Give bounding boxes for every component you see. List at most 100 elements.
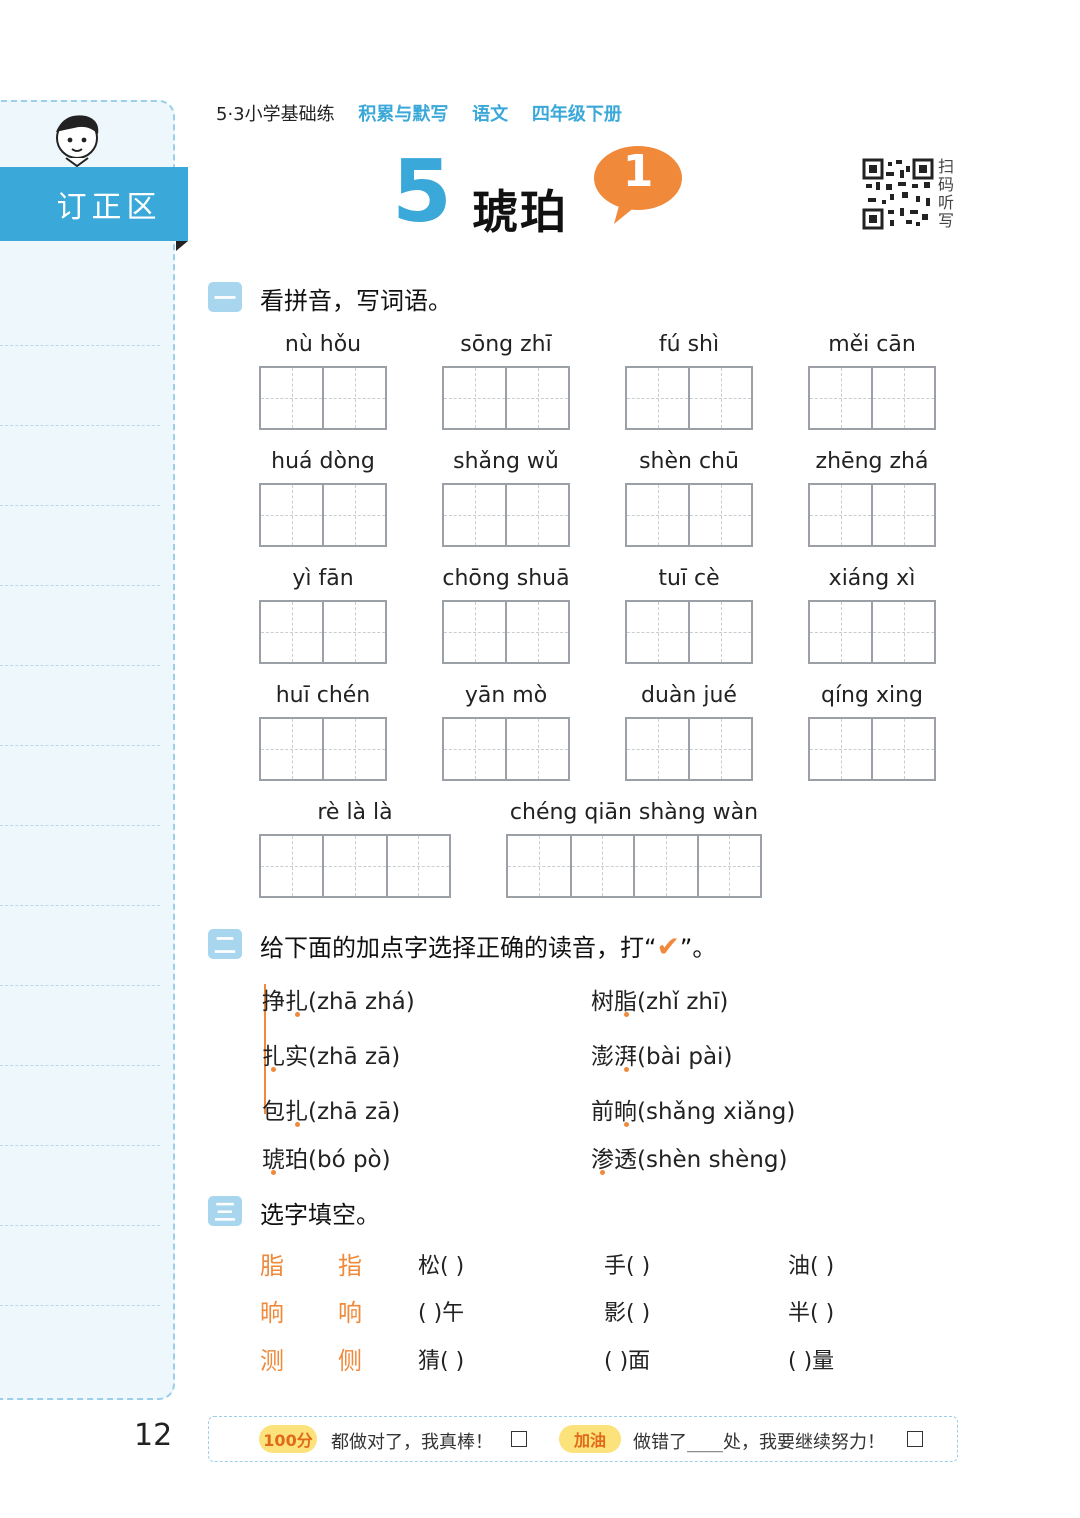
fill-blank[interactable]: 手( ) [604, 1248, 650, 1280]
writing-cell[interactable] [387, 836, 450, 896]
writing-cell[interactable] [444, 719, 507, 779]
writing-grid[interactable] [442, 483, 570, 547]
writing-cell[interactable] [507, 602, 568, 662]
fill-blank[interactable]: 半( ) [788, 1295, 834, 1327]
fill-blank[interactable]: 松( ) [418, 1248, 464, 1280]
writing-grid[interactable] [259, 600, 387, 664]
writing-grid[interactable] [442, 717, 570, 781]
item-options[interactable]: (shèn shèng) [637, 1147, 787, 1173]
lesson-title: 琥珀 [472, 185, 568, 239]
writing-grid[interactable] [625, 366, 753, 430]
writing-cell[interactable] [690, 602, 751, 662]
writing-grid[interactable] [259, 366, 387, 430]
writing-grid[interactable] [442, 600, 570, 664]
writing-cell[interactable] [507, 719, 568, 779]
pinyin-label: xiáng xì [828, 566, 916, 591]
writing-cell[interactable] [698, 836, 761, 896]
item-options[interactable]: (bó pò) [308, 1147, 391, 1173]
writing-cell[interactable] [508, 836, 572, 896]
writing-cell[interactable] [324, 485, 385, 545]
writing-cell[interactable] [507, 368, 568, 428]
writing-cell[interactable] [261, 485, 324, 545]
writing-cell[interactable] [627, 602, 690, 662]
section-2-icon: 二 [208, 929, 242, 959]
writing-cell[interactable] [873, 485, 934, 545]
fill-blank[interactable]: ( )量 [788, 1343, 834, 1375]
correction-tab: 订正区 [0, 167, 188, 241]
item-options[interactable]: (shǎng xiǎng) [637, 1099, 795, 1125]
all-correct-checkbox[interactable] [511, 1431, 527, 1447]
pinyin-label: nù hǒu [284, 332, 362, 357]
writing-cell[interactable] [261, 368, 324, 428]
writing-cell[interactable] [873, 719, 934, 779]
pinyin-label: duàn jué [641, 683, 737, 708]
pinyin-label: rè là là [317, 800, 393, 825]
writing-cell[interactable] [810, 602, 873, 662]
writing-cell[interactable] [444, 485, 507, 545]
writing-cell[interactable] [873, 368, 934, 428]
choice-character: 脂 [260, 1252, 284, 1280]
writing-cell[interactable] [690, 485, 751, 545]
writing-cell[interactable] [810, 485, 873, 545]
writing-cell[interactable] [690, 368, 751, 428]
qr-code-icon[interactable] [862, 158, 934, 230]
writing-cell[interactable] [810, 719, 873, 779]
item-options[interactable]: (zhā zā) [308, 1099, 400, 1125]
book-header: 5·3小学基础练 积累与默写 语文 四年级下册 [216, 100, 640, 126]
pinyin-label: chéng qiān shàng wàn [509, 800, 759, 825]
writing-cell[interactable] [324, 368, 385, 428]
correction-line [0, 425, 160, 426]
writing-cell[interactable] [627, 368, 690, 428]
session-badge: 1 [590, 142, 686, 226]
item-word: 包扎 [262, 1099, 308, 1125]
writing-cell[interactable] [444, 602, 507, 662]
writing-grid[interactable] [625, 600, 753, 664]
mascot-icon [56, 115, 99, 168]
writing-grid[interactable] [808, 483, 936, 547]
writing-grid[interactable] [625, 717, 753, 781]
fill-blank[interactable]: ( )午 [418, 1295, 464, 1327]
writing-grid[interactable] [259, 834, 451, 898]
writing-cell[interactable] [324, 836, 388, 896]
correction-line [0, 1225, 160, 1226]
writing-grid[interactable] [808, 600, 936, 664]
writing-cell[interactable] [635, 836, 699, 896]
subject-name: 语文 [472, 104, 509, 125]
item-options[interactable]: (zhā zhá) [308, 989, 415, 1015]
section-2-title-suffix: ”。 [679, 934, 717, 962]
writing-grid[interactable] [259, 483, 387, 547]
writing-grid[interactable] [442, 366, 570, 430]
emphasis-dot [624, 1122, 629, 1127]
writing-grid[interactable] [625, 483, 753, 547]
writing-cell[interactable] [507, 485, 568, 545]
writing-cell[interactable] [444, 368, 507, 428]
writing-cell[interactable] [324, 719, 385, 779]
fill-blank[interactable]: 猜( ) [418, 1343, 464, 1375]
mistakes-checkbox[interactable] [907, 1431, 923, 1447]
writing-grid[interactable] [808, 717, 936, 781]
fill-blank[interactable]: ( )面 [604, 1343, 650, 1375]
writing-cell[interactable] [571, 836, 635, 896]
writing-cell[interactable] [324, 602, 385, 662]
item-options[interactable]: (zhā zā) [308, 1044, 400, 1070]
series-name: 5·3小学基础练 [216, 104, 335, 125]
writing-cell[interactable] [627, 485, 690, 545]
item-options[interactable]: (bài pài) [637, 1044, 732, 1070]
fill-blank[interactable]: 油( ) [788, 1248, 834, 1280]
writing-cell[interactable] [690, 719, 751, 779]
item-word: 琥珀 [262, 1147, 308, 1173]
writing-cell[interactable] [873, 602, 934, 662]
writing-grid[interactable] [506, 834, 762, 898]
item-options[interactable]: (zhǐ zhī) [637, 989, 728, 1015]
writing-cell[interactable] [810, 368, 873, 428]
fill-blank[interactable]: 影( ) [604, 1295, 650, 1327]
writing-cell[interactable] [627, 719, 690, 779]
emphasis-dot [271, 1067, 276, 1072]
writing-cell[interactable] [261, 602, 324, 662]
writing-cell[interactable] [261, 719, 324, 779]
writing-grid[interactable] [259, 717, 387, 781]
writing-cell[interactable] [261, 836, 325, 896]
item-word: 渗透 [591, 1147, 637, 1173]
pinyin-label: sōng zhī [460, 332, 552, 357]
writing-grid[interactable] [808, 366, 936, 430]
